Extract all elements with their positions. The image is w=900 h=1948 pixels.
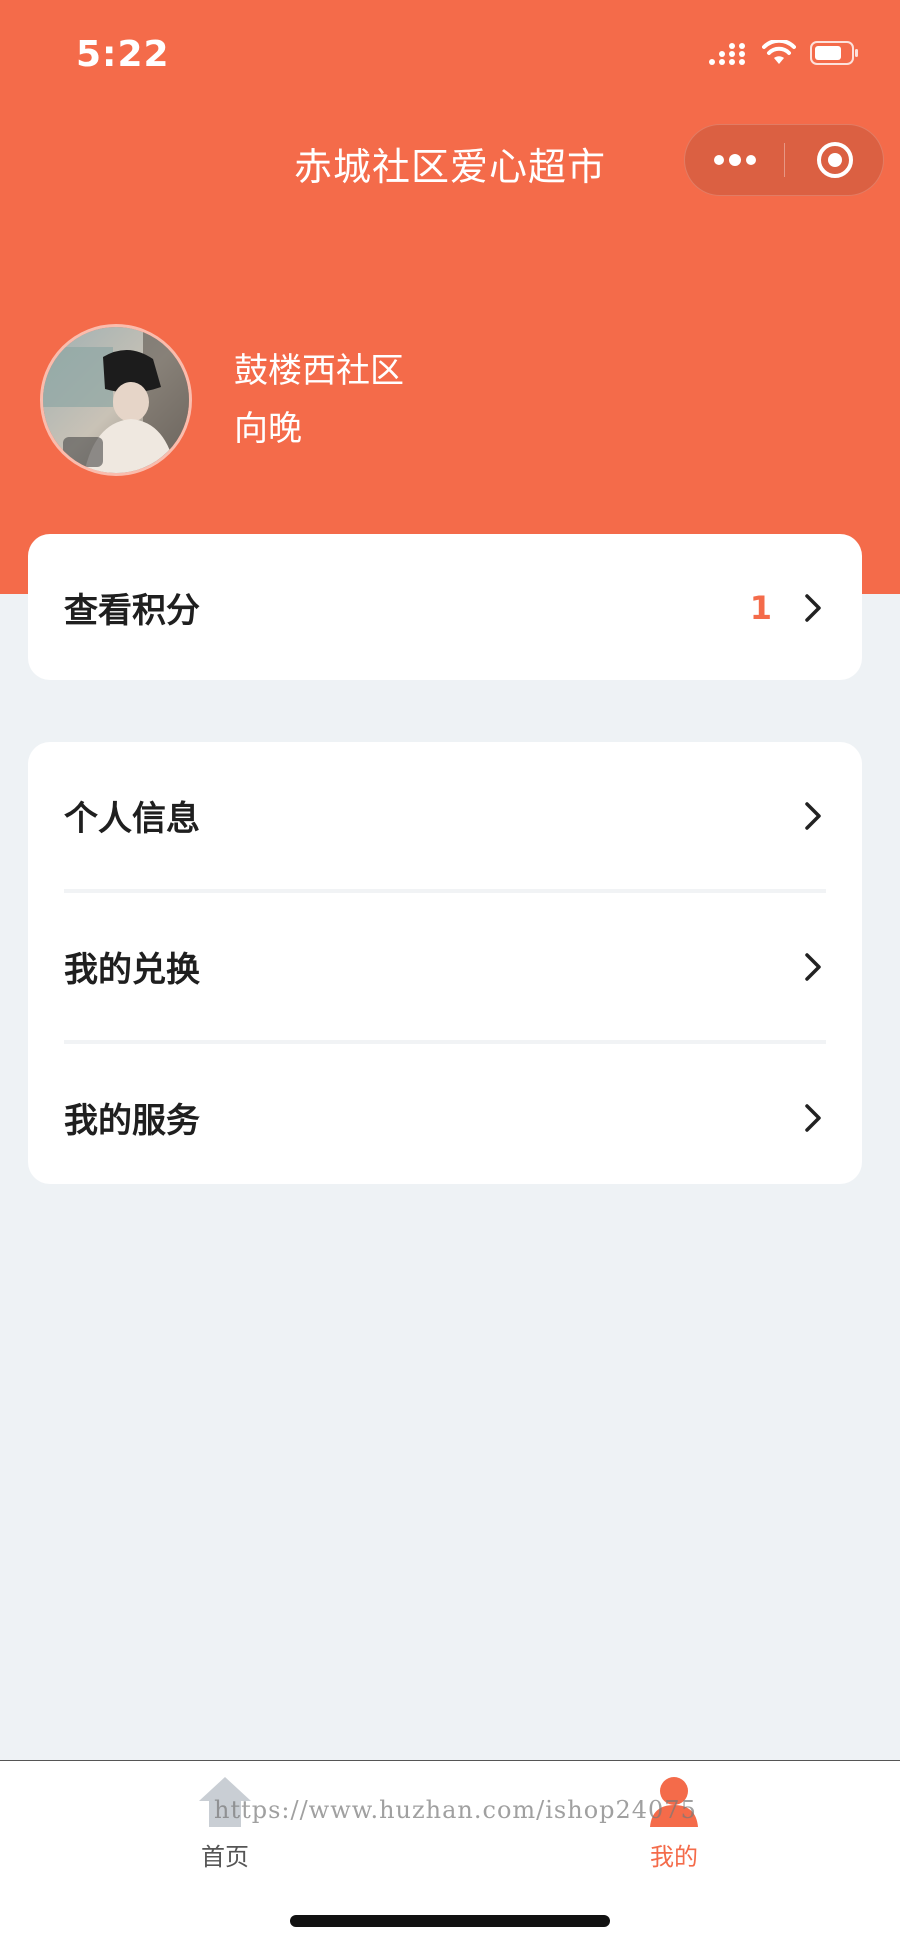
menu-item-my-exchange[interactable]: 我的兑换 (28, 893, 862, 1040)
status-icons (708, 38, 860, 70)
tab-label: 首页 (201, 1843, 249, 1871)
menu-card: 个人信息 我的兑换 我的服务 (28, 742, 862, 1184)
signal-icon (708, 40, 748, 70)
watermark-text: https://www.huzhan.com/ishop24075 (214, 1796, 697, 1824)
miniprogram-capsule (684, 124, 884, 196)
user-profile: 鼓楼西社区 向晚 (40, 324, 404, 476)
battery-icon (810, 40, 860, 70)
chevron-right-icon (800, 588, 826, 628)
menu-item-label: 个人信息 (64, 799, 200, 839)
status-bar: 5:22 (0, 0, 900, 110)
menu-item-my-service[interactable]: 我的服务 (28, 1044, 862, 1191)
chevron-right-icon (800, 947, 826, 987)
menu-item-personal-info[interactable]: 个人信息 (28, 742, 862, 889)
menu-item-label: 我的兑换 (64, 950, 200, 990)
points-label: 查看积分 (64, 591, 200, 631)
tab-bar: 首页 我的 (0, 1760, 900, 1948)
points-value: 1 (749, 588, 772, 627)
profile-info: 鼓楼西社区 向晚 (234, 348, 404, 452)
avatar[interactable] (40, 324, 192, 476)
chevron-right-icon (800, 1098, 826, 1138)
target-close-icon[interactable] (785, 125, 885, 195)
status-time: 5:22 (76, 34, 170, 75)
community-name: 鼓楼西社区 (234, 351, 404, 391)
home-indicator (290, 1915, 610, 1927)
menu-item-label: 我的服务 (64, 1101, 200, 1141)
points-card[interactable]: 查看积分 1 (28, 534, 862, 680)
more-dots-icon[interactable] (685, 125, 785, 195)
wifi-icon (762, 38, 796, 70)
chevron-right-icon (800, 796, 826, 836)
user-name: 向晚 (234, 409, 302, 449)
tab-label: 我的 (650, 1843, 698, 1871)
points-row[interactable]: 查看积分 1 (28, 534, 862, 681)
